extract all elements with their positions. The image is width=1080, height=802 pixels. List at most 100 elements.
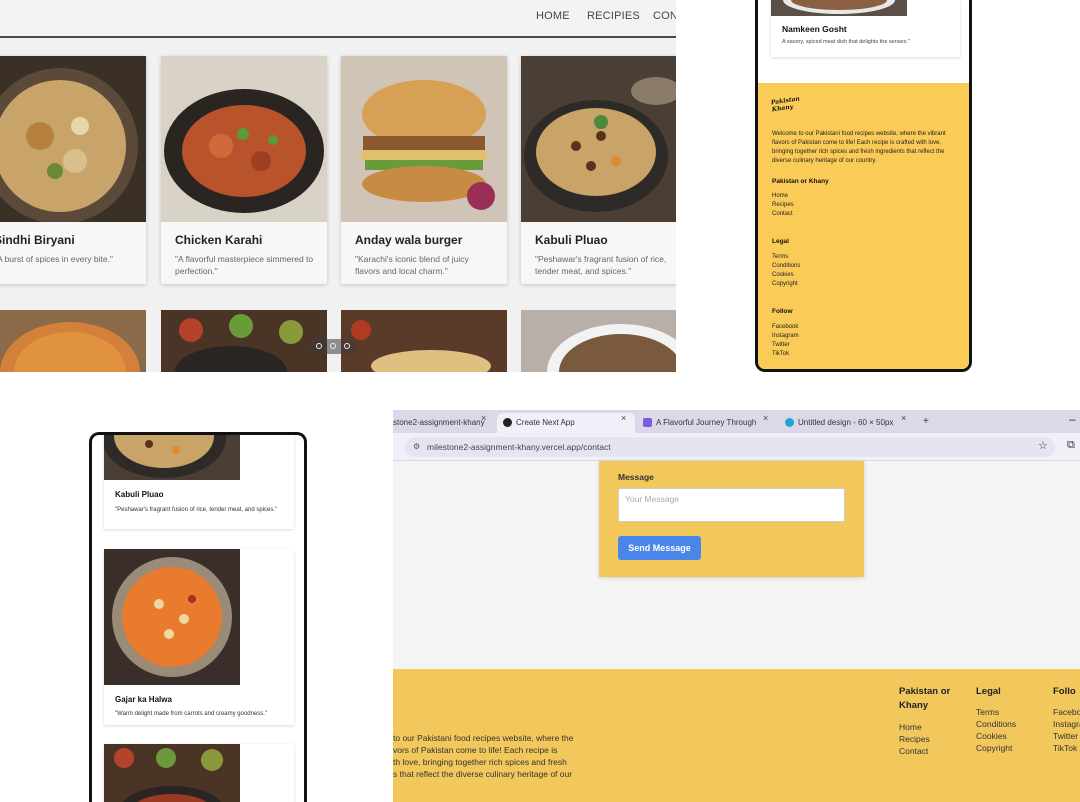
contact-form: Message Your Message Send Message: [599, 461, 864, 577]
recipe-image: [0, 310, 146, 372]
about-text-line: vors of Pakistan come to life! Each reci…: [393, 745, 558, 755]
about-text-line: to our Pakistani food recipes website, w…: [393, 733, 574, 743]
toggle-icon[interactable]: [330, 343, 336, 349]
desktop-recipes-panel: HOME RECIPIES CONT Sindhi Biryani "A bur…: [0, 0, 676, 372]
footer-link-tiktok[interactable]: TikTok: [1053, 742, 1077, 754]
recipe-card[interactable]: Namkeen Gosht A savory, spiced meat dish…: [771, 0, 960, 57]
close-icon[interactable]: ×: [481, 413, 486, 423]
browser-contact-panel: stone2-assignment-khany × Create Next Ap…: [393, 410, 1080, 802]
footer-link-conditions[interactable]: Conditions: [772, 262, 800, 271]
recipe-description: "Karachi's iconic blend of juicy flavors…: [355, 254, 469, 276]
site-info-icon[interactable]: ⚙: [413, 442, 420, 451]
footer-heading: Follow: [772, 308, 793, 315]
footer-heading: Pakistan or Khany: [772, 178, 829, 185]
send-message-button[interactable]: Send Message: [618, 536, 701, 560]
message-textarea[interactable]: Your Message: [618, 488, 845, 522]
browser-tab[interactable]: A Flavorful Journey Through ×: [639, 413, 775, 433]
recipe-card[interactable]: Gajar ka Halwa "Warm delight made from c…: [104, 549, 294, 725]
site-footer: Pakistan Khany Welcome to our Pakistani …: [758, 83, 969, 369]
about-text-line: s that reflect the diverse culinary heri…: [393, 769, 573, 779]
footer-link-facebook[interactable]: Facebook: [772, 323, 798, 332]
recipe-image: [341, 310, 507, 372]
message-label: Message: [618, 472, 654, 482]
tab-label: Create Next App: [516, 418, 575, 427]
footer-link-instagram[interactable]: Instagram: [772, 332, 799, 341]
recipe-image: [521, 310, 676, 372]
footer-link-facebook[interactable]: Facebo: [1053, 706, 1080, 718]
nav-recipes-link[interactable]: RECIPIES: [587, 10, 640, 22]
footer-heading: Legal: [772, 238, 789, 245]
footer-link-terms[interactable]: Terms: [772, 253, 788, 262]
comment-icon[interactable]: [316, 343, 322, 349]
gajar-ka-halwa-image: [104, 549, 240, 685]
browser-tab-active[interactable]: Create Next App ×: [497, 413, 635, 433]
tab-label: A Flavorful Journey Through: [656, 418, 756, 427]
browser-tab-bar: stone2-assignment-khany × Create Next Ap…: [393, 410, 1080, 433]
kabuli-pluao-image: [104, 435, 240, 480]
footer-link-conditions[interactable]: Conditions: [976, 718, 1016, 730]
footer-link-cookies[interactable]: Cookies: [772, 271, 794, 280]
footer-link-recipes[interactable]: Recipes: [899, 733, 930, 745]
footer-link-home[interactable]: Home: [899, 721, 922, 733]
about-text-line: th love, bringing together rich spices a…: [393, 757, 567, 767]
footer-link-contact[interactable]: Contact: [772, 210, 793, 219]
kabuli-pluao-image: [521, 56, 676, 222]
anday-wala-burger-image: [341, 56, 507, 222]
recipe-card[interactable]: Kabuli Pluao "Peshawar's fragrant fusion…: [104, 435, 294, 529]
recipe-card[interactable]: Chicken Karahi "A flavorful masterpiece …: [161, 56, 327, 284]
extensions-icon[interactable]: ⧉: [1067, 439, 1075, 452]
nav-home-link[interactable]: HOME: [536, 10, 570, 22]
footer-link-copyright[interactable]: Copyright: [976, 742, 1012, 754]
recipe-description: "Peshawar's fragrant fusion of rice, ten…: [115, 507, 278, 513]
browser-tab[interactable]: Untitled design - 60 × 50px ×: [781, 413, 917, 433]
canva-icon: [785, 418, 794, 427]
floating-toolbar[interactable]: [309, 339, 357, 354]
mobile-recipes-panel: Kabuli Pluao "Peshawar's fragrant fusion…: [89, 432, 307, 802]
footer-link-tiktok[interactable]: TikTok: [772, 350, 789, 359]
footer-heading: Follo: [1053, 686, 1076, 697]
recipe-title: Chicken Karahi: [175, 233, 263, 247]
new-tab-button[interactable]: +: [923, 416, 929, 427]
close-icon[interactable]: ×: [901, 413, 906, 423]
url-field[interactable]: ⚙ milestone2-assignment-khany.vercel.app…: [405, 437, 1055, 457]
chicken-karahi-image: [161, 56, 327, 222]
recipe-title: Kabuli Pluao: [115, 490, 164, 499]
recipe-description: "Peshawar's fragrant fusion of rice, ten…: [535, 254, 667, 276]
top-navigation: HOME RECIPIES CONT: [0, 0, 676, 38]
recipe-image: [161, 310, 327, 372]
recipe-card[interactable]: Sindhi Biryani "A burst of spices in eve…: [0, 56, 146, 284]
address-bar: ⚙ milestone2-assignment-khany.vercel.app…: [393, 433, 1080, 461]
site-logo[interactable]: Pakistan Khany: [770, 95, 807, 123]
recipe-title: Kabuli Pluao: [535, 233, 608, 247]
recipe-card[interactable]: Anday wala burger "Karachi's iconic blen…: [341, 56, 507, 284]
footer-link-recipes[interactable]: Recipes: [772, 201, 794, 210]
mobile-footer-panel: Namkeen Gosht A savory, spiced meat dish…: [755, 0, 972, 372]
page-icon: [643, 418, 652, 427]
tab-label: Untitled design - 60 × 50px: [798, 418, 894, 427]
browser-tab[interactable]: stone2-assignment-khany ×: [393, 413, 497, 433]
footer-heading: Legal: [976, 686, 1001, 697]
footer-link-cookies[interactable]: Cookies: [976, 730, 1007, 742]
footer-link-copyright[interactable]: Copyright: [772, 280, 798, 289]
footer-link-instagram[interactable]: Instagra: [1053, 718, 1080, 730]
footer-link-contact[interactable]: Contact: [899, 745, 928, 757]
recipe-card[interactable]: [104, 744, 294, 802]
recipe-image: [104, 744, 240, 802]
bookmark-star-icon[interactable]: ☆: [1038, 439, 1048, 452]
close-icon[interactable]: ×: [763, 413, 768, 423]
footer-link-home[interactable]: Home: [772, 192, 788, 201]
recipe-description: A savory, spiced meat dish that delights…: [782, 39, 910, 45]
nextjs-icon: [503, 418, 512, 427]
menu-icon[interactable]: [344, 343, 350, 349]
recipe-card[interactable]: Kabuli Pluao "Peshawar's fragrant fusion…: [521, 56, 676, 284]
about-text: Welcome to our Pakistani food recipes we…: [772, 131, 946, 164]
footer-link-terms[interactable]: Terms: [976, 706, 999, 718]
footer-link-twitter[interactable]: Twitter: [1053, 730, 1078, 742]
minimize-button[interactable]: –: [1069, 412, 1076, 426]
recipe-description: "A burst of spices in every bite.": [0, 254, 113, 264]
close-icon[interactable]: ×: [621, 413, 626, 423]
recipe-title: Namkeen Gosht: [782, 24, 847, 34]
nav-contact-link[interactable]: CONT: [653, 10, 676, 22]
footer-link-twitter[interactable]: Twitter: [772, 341, 790, 350]
namkeen-gosht-image: [771, 0, 907, 16]
